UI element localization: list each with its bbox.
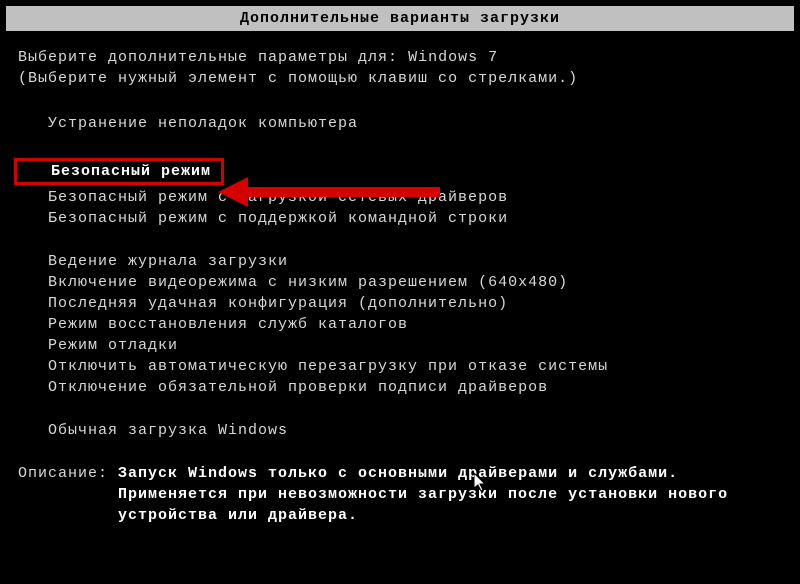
option-last-known-good[interactable]: Последняя удачная конфигурация (дополнит… (48, 295, 782, 312)
option-disable-auto-restart[interactable]: Отключить автоматическую перезагрузку пр… (48, 358, 782, 375)
option-debug-mode[interactable]: Режим отладки (48, 337, 782, 354)
intro-line-1: Выберите дополнительные параметры для: W… (18, 49, 782, 66)
description-line-1: Описание: Запуск Windows только с основн… (18, 465, 782, 482)
selected-option-highlight: Безопасный режим (14, 158, 224, 185)
intro-line-2: (Выберите нужный элемент с помощью клави… (18, 70, 782, 87)
option-repair-computer[interactable]: Устранение неполадок компьютера (48, 115, 782, 132)
content-area: Выберите дополнительные параметры для: W… (0, 49, 800, 524)
annotation-arrow (218, 179, 448, 205)
os-name: Windows 7 (408, 49, 498, 66)
description-text-1: Запуск Windows только с основными драйве… (118, 465, 678, 482)
arrow-line-icon (240, 187, 440, 197)
boot-options-list: Устранение неполадок компьютера Безопасн… (48, 115, 782, 439)
option-disable-driver-sig[interactable]: Отключение обязательной проверки подписи… (48, 379, 782, 396)
option-ds-restore[interactable]: Режим восстановления служб каталогов (48, 316, 782, 333)
option-low-res-video[interactable]: Включение видеорежима с низким разрешени… (48, 274, 782, 291)
option-safe-mode-cmd[interactable]: Безопасный режим с поддержкой командной … (48, 210, 782, 227)
description-block: Описание: Запуск Windows только с основн… (18, 465, 782, 524)
option-boot-logging[interactable]: Ведение журнала загрузки (48, 253, 782, 270)
description-label: Описание: (18, 465, 118, 482)
mouse-cursor-icon (474, 473, 488, 498)
option-start-normally[interactable]: Обычная загрузка Windows (48, 422, 782, 439)
title-text: Дополнительные варианты загрузки (240, 10, 560, 27)
description-text-3: устройства или драйвера. (118, 507, 782, 524)
title-bar: Дополнительные варианты загрузки (6, 6, 794, 31)
description-text-2: Применяется при невозможности загрузки п… (118, 486, 782, 503)
intro-prefix: Выберите дополнительные параметры для: (18, 49, 408, 66)
